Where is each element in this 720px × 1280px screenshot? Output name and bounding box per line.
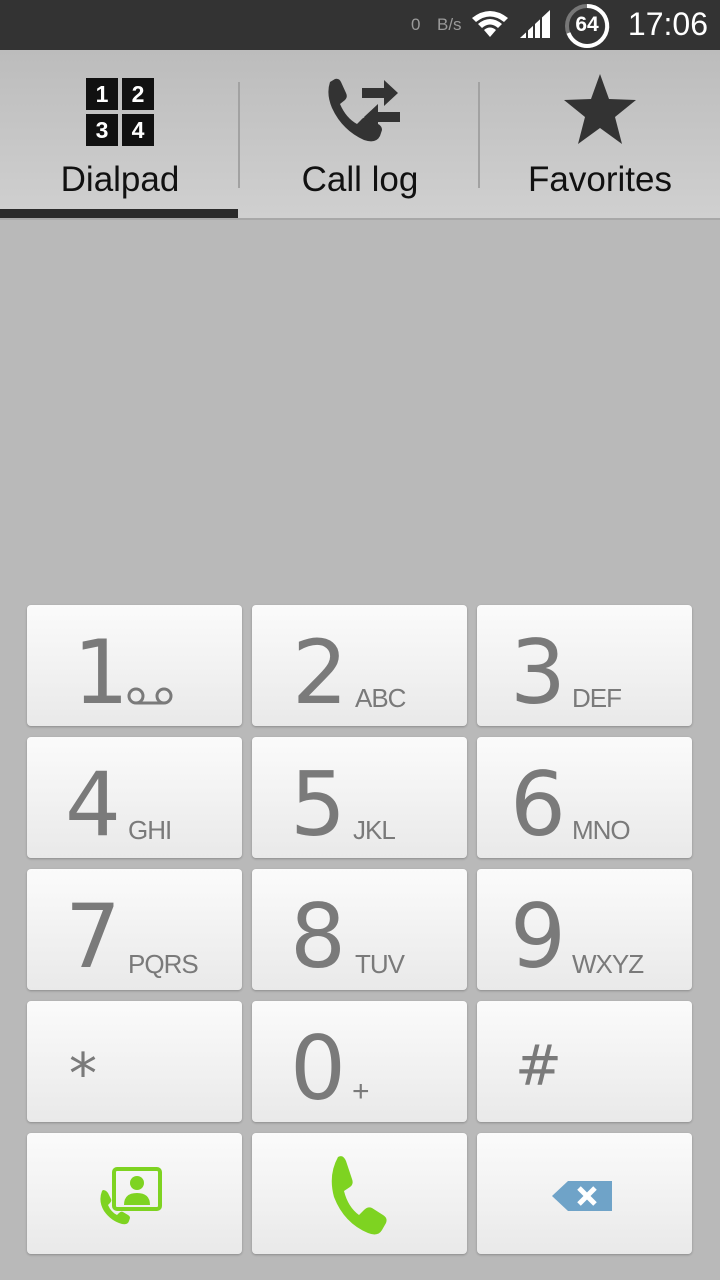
net-speed-unit: B/s	[437, 15, 462, 34]
dialpad-icon-digit: 3	[86, 114, 118, 146]
star-icon	[564, 74, 636, 144]
key-digit: 8	[290, 885, 346, 988]
contacts-button[interactable]	[27, 1133, 242, 1254]
key-digit: *	[69, 1042, 97, 1107]
net-speed-value: 0	[411, 15, 421, 34]
tab-label: Call log	[301, 160, 419, 199]
key-3[interactable]: 3 DEF	[477, 605, 692, 726]
clock: 17:06	[627, 6, 708, 42]
key-letters: ABC	[355, 683, 406, 713]
key-letters: +	[352, 1075, 370, 1108]
key-letters: TUV	[355, 949, 405, 979]
key-digit: 7	[65, 885, 121, 988]
contacts-icon	[100, 1167, 162, 1225]
key-digit: 5	[290, 753, 346, 856]
key-digit: #	[515, 1034, 562, 1099]
backspace-button[interactable]	[477, 1133, 692, 1254]
key-8[interactable]: 8 TUV	[252, 869, 467, 990]
key-letters: MNO	[572, 815, 631, 845]
key-letters: JKL	[353, 815, 396, 845]
wifi-icon	[472, 11, 508, 37]
key-digit: 0	[290, 1017, 346, 1120]
tab-favorites[interactable]: Favorites	[480, 50, 720, 218]
key-5[interactable]: 5 JKL	[252, 737, 467, 858]
dialpad-icon-digit: 4	[122, 114, 154, 146]
status-bar: 0 B/s 64 17:06	[0, 0, 720, 50]
dialpad-icon-digit: 2	[122, 78, 154, 110]
key-pound[interactable]: #	[477, 1001, 692, 1122]
call-button[interactable]	[252, 1133, 467, 1254]
tab-label: Favorites	[528, 160, 672, 199]
key-4[interactable]: 4 GHI	[27, 737, 242, 858]
key-6[interactable]: 6 MNO	[477, 737, 692, 858]
key-digit: 6	[510, 753, 566, 856]
key-star[interactable]: *	[27, 1001, 242, 1122]
tab-bar: 1 2 3 4 Dialpad Call log Favorites	[0, 50, 720, 220]
key-0[interactable]: 0 +	[252, 1001, 467, 1122]
key-digit: 1	[73, 621, 129, 724]
key-letters: WXYZ	[572, 949, 644, 979]
tab-dialpad[interactable]: 1 2 3 4 Dialpad	[0, 50, 240, 218]
key-7[interactable]: 7 PQRS	[27, 869, 242, 990]
key-digit: 2	[292, 621, 348, 724]
dialpad-keypad: 1 2 ABC 3 DEF 4 GHI 5 JKL 6 MNO 7 PQRS 8…	[27, 605, 694, 1255]
battery-level: 64	[575, 13, 599, 36]
tab-selected-indicator	[0, 209, 238, 218]
signal-icon	[520, 10, 550, 38]
dialpad-grid-icon: 1 2 3 4	[86, 78, 154, 146]
key-digit: 9	[510, 885, 566, 988]
voicemail-icon	[127, 687, 173, 705]
key-1[interactable]: 1	[27, 605, 242, 726]
tab-call-log[interactable]: Call log	[240, 50, 480, 218]
call-icon	[331, 1156, 387, 1235]
key-letters: GHI	[128, 815, 172, 845]
dialpad-icon-digit: 1	[86, 78, 118, 110]
key-letters: PQRS	[128, 949, 199, 979]
key-digit: 4	[65, 753, 121, 856]
tab-label: Dialpad	[60, 160, 180, 199]
backspace-icon	[552, 1181, 612, 1211]
key-2[interactable]: 2 ABC	[252, 605, 467, 726]
key-letters: DEF	[572, 683, 622, 713]
key-9[interactable]: 9 WXYZ	[477, 869, 692, 990]
call-log-icon	[328, 78, 400, 142]
key-digit: 3	[510, 621, 566, 724]
